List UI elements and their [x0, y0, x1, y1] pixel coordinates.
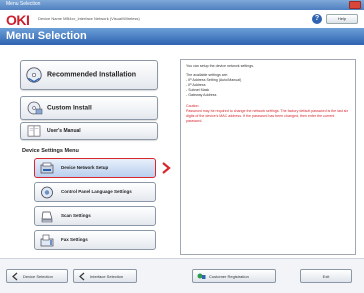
- fax-settings-button[interactable]: Fax Settings: [34, 230, 156, 250]
- custom-install-button[interactable]: Custom Install: [20, 96, 158, 120]
- language-icon: [41, 186, 53, 199]
- custom-install-label: Custom Install: [47, 104, 92, 112]
- footer-bar: Device Selection Interface Selection Cus…: [0, 258, 364, 293]
- registration-icon: [197, 273, 206, 279]
- help-icon[interactable]: ?: [312, 14, 322, 24]
- users-manual-button[interactable]: User's Manual: [20, 122, 158, 140]
- exit-label: Exit: [322, 274, 330, 279]
- selection-arrow-icon: [162, 162, 171, 174]
- users-manual-label: User's Manual: [47, 128, 81, 134]
- back-arrow-icon: [79, 272, 85, 281]
- scan-settings-button[interactable]: Scan Settings: [34, 206, 156, 226]
- window-close-button[interactable]: [349, 1, 361, 9]
- scan-settings-label: Scan Settings: [61, 213, 91, 218]
- control-panel-language-button[interactable]: Control Panel Language Settings: [34, 182, 156, 202]
- recommended-installation-label: Recommended Installation: [47, 71, 137, 79]
- device-selection-label: Device Selection: [23, 274, 53, 279]
- custom-install-icon: [27, 101, 43, 115]
- window-titlebar: Menu Selection: [0, 0, 364, 10]
- app-header: OKI Device Name MB4xx_interface Network …: [0, 10, 364, 28]
- interface-selection-button[interactable]: Interface Selection: [73, 269, 137, 283]
- recommended-installation-button[interactable]: Recommended Installation: [20, 60, 158, 90]
- manual-icon: [27, 125, 41, 137]
- interface-selection-label: Interface Selection: [90, 274, 124, 279]
- description-panel: You can setup the device network setting…: [180, 59, 356, 255]
- customer-registration-label: Customer Registration: [209, 274, 249, 279]
- description-list-item: - Gateway Address: [186, 93, 217, 97]
- device-name: Device Name MB4xx_interface Network (Vis…: [38, 16, 140, 21]
- back-arrow-icon: [12, 272, 18, 281]
- device-settings-heading: Device Settings Menu: [22, 148, 79, 154]
- fax-icon: [40, 234, 54, 247]
- window-title: Menu Selection: [6, 1, 41, 7]
- caution-text: Password may be required to change the n…: [186, 109, 349, 123]
- help-button[interactable]: Help: [326, 14, 358, 24]
- device-selection-button[interactable]: Device Selection: [6, 269, 68, 283]
- customer-registration-button[interactable]: Customer Registration: [192, 269, 276, 283]
- device-network-setup-label: Device Network Setup: [61, 165, 109, 170]
- scanner-icon: [41, 211, 53, 223]
- description-intro: You can setup the device network setting…: [186, 64, 254, 68]
- network-icon: [40, 162, 54, 174]
- control-panel-language-label: Control Panel Language Settings: [61, 189, 132, 194]
- oki-logo: OKI: [6, 12, 30, 28]
- device-network-setup-button[interactable]: Device Network Setup: [34, 158, 156, 178]
- menu-selection-bar: Menu Selection: [0, 28, 364, 45]
- cd-install-icon: [26, 67, 42, 83]
- exit-button[interactable]: Exit: [300, 269, 352, 283]
- fax-settings-label: Fax Settings: [61, 237, 88, 242]
- page-title: Menu Selection: [6, 30, 87, 42]
